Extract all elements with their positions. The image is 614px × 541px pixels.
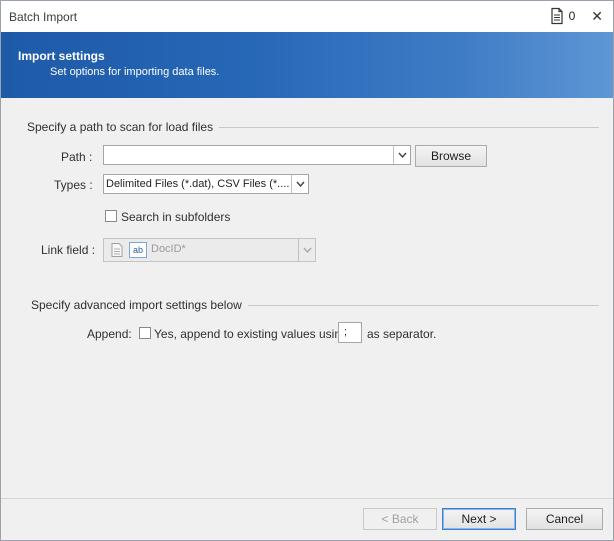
- types-value: Delimited Files (*.dat), CSV Files (*...…: [106, 178, 290, 190]
- append-label: Append:: [87, 327, 132, 341]
- document-count: 0: [568, 9, 576, 23]
- banner-subtitle: Set options for importing data files.: [50, 66, 220, 78]
- link-field-dropdown-button[interactable]: [298, 239, 315, 261]
- section-divider: [247, 304, 599, 306]
- separator-value: ;: [344, 326, 348, 338]
- advanced-section-heading: Specify advanced import settings below: [31, 298, 599, 312]
- batch-import-dialog: Batch Import 0 ✕ Import settings Set opt…: [0, 0, 614, 541]
- back-button[interactable]: < Back: [363, 508, 437, 530]
- advanced-heading-text: Specify advanced import settings below: [31, 298, 242, 312]
- scan-heading-text: Specify a path to scan for load files: [27, 120, 214, 134]
- document-icon: [111, 243, 123, 257]
- types-label: Types :: [54, 178, 93, 192]
- append-checkbox[interactable]: [139, 327, 151, 339]
- cancel-button[interactable]: Cancel: [526, 508, 603, 530]
- banner-title: Import settings: [18, 49, 105, 63]
- path-input[interactable]: [103, 145, 411, 165]
- types-dropdown-button[interactable]: [291, 175, 308, 193]
- link-field-value: DocID*: [151, 243, 186, 255]
- next-button[interactable]: Next >: [442, 508, 516, 530]
- title-bar: Batch Import 0 ✕: [1, 1, 613, 32]
- separator-suffix: as separator.: [367, 327, 437, 341]
- types-select[interactable]: Delimited Files (*.dat), CSV Files (*...…: [103, 174, 309, 194]
- subfolders-label[interactable]: Search in subfolders: [121, 210, 230, 224]
- window-title: Batch Import: [9, 10, 78, 24]
- path-label: Path :: [61, 150, 93, 164]
- separator-input[interactable]: ;: [338, 322, 362, 343]
- chevron-down-icon: [397, 152, 407, 158]
- title-bar-controls: 0 ✕: [549, 7, 603, 25]
- section-divider: [219, 126, 599, 128]
- browse-button[interactable]: Browse: [415, 145, 487, 167]
- append-text[interactable]: Yes, append to existing values using: [154, 327, 348, 341]
- chevron-down-icon: [302, 247, 312, 253]
- link-field-label: Link field :: [41, 243, 96, 257]
- subfolders-checkbox[interactable]: [105, 210, 117, 222]
- link-field-select[interactable]: ab DocID*: [103, 238, 316, 262]
- path-dropdown-button[interactable]: [393, 146, 410, 164]
- document-icon[interactable]: [549, 7, 565, 25]
- scan-section-heading: Specify a path to scan for load files: [27, 120, 599, 134]
- chevron-down-icon: [295, 181, 305, 187]
- header-banner: Import settings Set options for importin…: [1, 32, 613, 98]
- footer-divider: [1, 498, 613, 499]
- close-icon[interactable]: ✕: [591, 8, 603, 25]
- text-field-icon: ab: [129, 242, 147, 258]
